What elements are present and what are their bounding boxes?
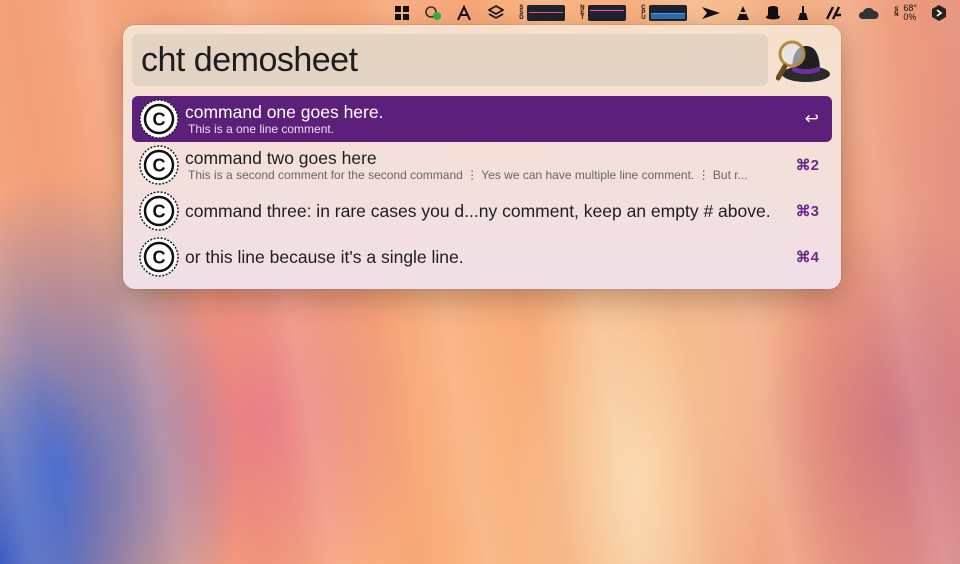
ssd-monitor[interactable]: SSD	[518, 2, 566, 24]
ssd-label: SSD	[519, 4, 524, 21]
temp-n-label: N	[894, 12, 899, 18]
cloud-icon[interactable]	[857, 2, 879, 24]
slash-logo-icon[interactable]	[825, 2, 843, 24]
net-label: NET	[580, 4, 585, 21]
result-subtitle: This is a second comment for the second …	[188, 168, 748, 182]
menu-bar: SSD NET CPU S N 68° 0%	[0, 0, 960, 26]
shortcut-label: ⌘3	[795, 203, 819, 220]
svg-text:C: C	[153, 156, 166, 176]
svg-text:C: C	[153, 110, 166, 130]
cpu-monitor[interactable]: CPU	[640, 2, 688, 24]
alfred-launcher-window: cht demosheet C command one goes here. T…	[123, 25, 841, 289]
results-list: C command one goes here. This is a one l…	[132, 96, 832, 280]
result-title: command three: in rare cases you d...ny …	[185, 201, 771, 221]
alfred-hat-icon[interactable]	[775, 36, 832, 86]
shortcut-label: ⌘2	[795, 157, 819, 174]
result-title: command two goes here	[185, 148, 377, 168]
cheatsheet-c-icon: C	[139, 191, 179, 231]
result-row-1[interactable]: C command one goes here. This is a one l…	[132, 96, 832, 142]
result-title: or this line because it's a single line.	[185, 247, 464, 267]
shortcut-label: ⌘4	[795, 249, 819, 266]
return-shortcut-icon: ↩	[804, 109, 819, 128]
search-query[interactable]: cht demosheet	[141, 41, 358, 80]
script-a-icon[interactable]	[456, 2, 474, 24]
svg-text:C: C	[153, 248, 166, 268]
result-row-3[interactable]: C command three: in rare cases you d...n…	[132, 188, 832, 234]
temperature-widget[interactable]: S N 68° 0%	[893, 2, 917, 24]
cpu-graph	[649, 5, 688, 21]
cheatsheet-c-icon: C	[139, 237, 179, 277]
result-row-4[interactable]: C or this line because it's a single lin…	[132, 234, 832, 280]
app-status-icon[interactable]	[424, 2, 442, 24]
temp-percent: 0%	[903, 12, 917, 22]
cheatsheet-c-icon: C	[139, 99, 179, 139]
tophat-icon[interactable]	[765, 2, 781, 24]
layers-icon[interactable]	[488, 2, 505, 24]
cone-icon[interactable]	[735, 2, 751, 24]
cpu-label: CPU	[641, 4, 646, 21]
search-input[interactable]: cht demosheet	[132, 34, 768, 86]
broom-icon[interactable]	[795, 2, 811, 24]
net-graph	[588, 5, 627, 21]
arrow-icon[interactable]	[701, 2, 721, 24]
windows-grid-icon[interactable]	[394, 2, 410, 24]
result-row-2[interactable]: C command two goes here This is a second…	[132, 142, 832, 188]
result-title: command one goes here.	[185, 102, 384, 122]
hexagon-app-icon[interactable]	[931, 2, 947, 24]
temp-side-label: S N	[893, 7, 899, 18]
result-subtitle: This is a one line comment.	[188, 122, 335, 136]
cheatsheet-c-icon: C	[139, 145, 179, 185]
net-monitor[interactable]: NET	[579, 2, 627, 24]
svg-text:C: C	[153, 202, 166, 222]
ssd-graph	[527, 5, 566, 21]
